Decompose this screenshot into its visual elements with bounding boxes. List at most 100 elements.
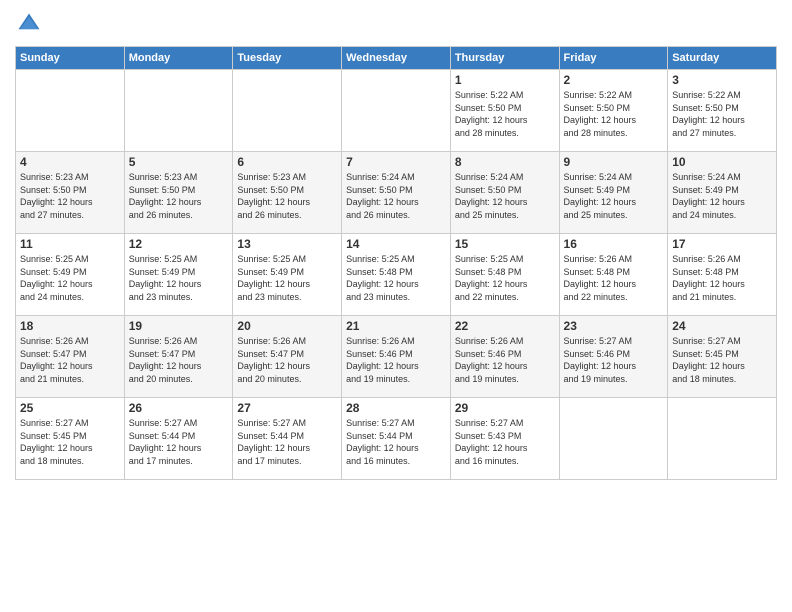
calendar-cell: 2 Sunrise: 5:22 AM Sunset: 5:50 PM Daylig…: [559, 70, 668, 152]
calendar-cell: [233, 70, 342, 152]
header: [15, 10, 777, 38]
day-info: Sunrise: 5:25 AM Sunset: 5:49 PM Dayligh…: [237, 253, 337, 303]
day-info: Sunrise: 5:25 AM Sunset: 5:48 PM Dayligh…: [455, 253, 555, 303]
weekday-header-saturday: Saturday: [668, 47, 777, 70]
weekday-header-monday: Monday: [124, 47, 233, 70]
day-number: 28: [346, 401, 446, 415]
calendar-cell: 21 Sunrise: 5:26 AM Sunset: 5:46 PM Dayli…: [342, 316, 451, 398]
calendar-cell: 9 Sunrise: 5:24 AM Sunset: 5:49 PM Daylig…: [559, 152, 668, 234]
weekday-header-sunday: Sunday: [16, 47, 125, 70]
day-number: 2: [564, 73, 664, 87]
weekday-header-tuesday: Tuesday: [233, 47, 342, 70]
day-number: 14: [346, 237, 446, 251]
calendar-cell: 7 Sunrise: 5:24 AM Sunset: 5:50 PM Daylig…: [342, 152, 451, 234]
day-info: Sunrise: 5:26 AM Sunset: 5:48 PM Dayligh…: [672, 253, 772, 303]
calendar-cell: 16 Sunrise: 5:26 AM Sunset: 5:48 PM Dayli…: [559, 234, 668, 316]
day-info: Sunrise: 5:26 AM Sunset: 5:47 PM Dayligh…: [20, 335, 120, 385]
day-number: 12: [129, 237, 229, 251]
day-number: 29: [455, 401, 555, 415]
calendar-week-5: 25Sunrise: 5:27 AM Sunset: 5:45 PM Dayli…: [16, 398, 777, 480]
day-number: 4: [20, 155, 120, 169]
day-info: Sunrise: 5:24 AM Sunset: 5:50 PM Dayligh…: [455, 171, 555, 221]
calendar-cell: 8 Sunrise: 5:24 AM Sunset: 5:50 PM Daylig…: [450, 152, 559, 234]
calendar-cell: 3 Sunrise: 5:22 AM Sunset: 5:50 PM Daylig…: [668, 70, 777, 152]
day-number: 15: [455, 237, 555, 251]
weekday-header-friday: Friday: [559, 47, 668, 70]
day-number: 7: [346, 155, 446, 169]
calendar-week-3: 11 Sunrise: 5:25 AM Sunset: 5:49 PM Dayli…: [16, 234, 777, 316]
day-number: 21: [346, 319, 446, 333]
day-number: 19: [129, 319, 229, 333]
calendar-cell: 4Sunrise: 5:23 AM Sunset: 5:50 PM Daylig…: [16, 152, 125, 234]
calendar-body: 1 Sunrise: 5:22 AM Sunset: 5:50 PM Daylig…: [16, 70, 777, 480]
calendar-cell: 29 Sunrise: 5:27 AM Sunset: 5:43 PM Dayli…: [450, 398, 559, 480]
day-info: Sunrise: 5:27 AM Sunset: 5:43 PM Dayligh…: [455, 417, 555, 467]
day-number: 5: [129, 155, 229, 169]
weekday-header-wednesday: Wednesday: [342, 47, 451, 70]
day-info: Sunrise: 5:23 AM Sunset: 5:50 PM Dayligh…: [129, 171, 229, 221]
calendar-cell: 15 Sunrise: 5:25 AM Sunset: 5:48 PM Dayli…: [450, 234, 559, 316]
day-info: Sunrise: 5:25 AM Sunset: 5:48 PM Dayligh…: [346, 253, 446, 303]
day-info: Sunrise: 5:22 AM Sunset: 5:50 PM Dayligh…: [564, 89, 664, 139]
day-number: 26: [129, 401, 229, 415]
day-info: Sunrise: 5:23 AM Sunset: 5:50 PM Dayligh…: [237, 171, 337, 221]
calendar-cell: 11 Sunrise: 5:25 AM Sunset: 5:49 PM Dayli…: [16, 234, 125, 316]
calendar-cell: 5 Sunrise: 5:23 AM Sunset: 5:50 PM Daylig…: [124, 152, 233, 234]
day-info: Sunrise: 5:27 AM Sunset: 5:44 PM Dayligh…: [237, 417, 337, 467]
day-info: Sunrise: 5:27 AM Sunset: 5:46 PM Dayligh…: [564, 335, 664, 385]
calendar-cell: 10 Sunrise: 5:24 AM Sunset: 5:49 PM Dayli…: [668, 152, 777, 234]
day-info: Sunrise: 5:24 AM Sunset: 5:49 PM Dayligh…: [672, 171, 772, 221]
day-info: Sunrise: 5:26 AM Sunset: 5:46 PM Dayligh…: [455, 335, 555, 385]
weekday-header-row: SundayMondayTuesdayWednesdayThursdayFrid…: [16, 47, 777, 70]
logo-icon: [15, 10, 43, 38]
day-number: 11: [20, 237, 120, 251]
calendar-cell: 12 Sunrise: 5:25 AM Sunset: 5:49 PM Dayli…: [124, 234, 233, 316]
day-info: Sunrise: 5:27 AM Sunset: 5:44 PM Dayligh…: [346, 417, 446, 467]
day-info: Sunrise: 5:26 AM Sunset: 5:46 PM Dayligh…: [346, 335, 446, 385]
day-number: 20: [237, 319, 337, 333]
day-number: 9: [564, 155, 664, 169]
calendar-cell: 20 Sunrise: 5:26 AM Sunset: 5:47 PM Dayli…: [233, 316, 342, 398]
calendar-cell: 27Sunrise: 5:27 AM Sunset: 5:44 PM Dayli…: [233, 398, 342, 480]
day-info: Sunrise: 5:26 AM Sunset: 5:47 PM Dayligh…: [129, 335, 229, 385]
day-info: Sunrise: 5:25 AM Sunset: 5:49 PM Dayligh…: [20, 253, 120, 303]
day-number: 23: [564, 319, 664, 333]
day-info: Sunrise: 5:22 AM Sunset: 5:50 PM Dayligh…: [672, 89, 772, 139]
day-number: 6: [237, 155, 337, 169]
calendar-cell: 22 Sunrise: 5:26 AM Sunset: 5:46 PM Dayli…: [450, 316, 559, 398]
day-number: 22: [455, 319, 555, 333]
calendar-cell: [668, 398, 777, 480]
day-info: Sunrise: 5:26 AM Sunset: 5:47 PM Dayligh…: [237, 335, 337, 385]
calendar-week-2: 4 Sunrise: 5:23 AM Sunset: 5:50 PM Daylig…: [16, 152, 777, 234]
calendar-cell: [342, 70, 451, 152]
calendar-cell: [559, 398, 668, 480]
day-number: 3: [672, 73, 772, 87]
logo: [15, 10, 47, 38]
day-info: Sunrise: 5:26 AM Sunset: 5:48 PM Dayligh…: [564, 253, 664, 303]
day-info: Sunrise: 5:24 AM Sunset: 5:49 PM Dayligh…: [564, 171, 664, 221]
day-info: Sunrise: 5:24 AM Sunset: 5:50 PM Dayligh…: [346, 171, 446, 221]
calendar-week-4: 18 Sunrise: 5:26 AM Sunset: 5:47 PM Dayli…: [16, 316, 777, 398]
calendar-cell: [124, 70, 233, 152]
day-number: 16: [564, 237, 664, 251]
page: SundayMondayTuesdayWednesdayThursdayFrid…: [0, 0, 792, 612]
calendar-cell: 25Sunrise: 5:27 AM Sunset: 5:45 PM Dayli…: [16, 398, 125, 480]
day-number: 8: [455, 155, 555, 169]
day-info: Sunrise: 5:27 AM Sunset: 5:45 PM Dayligh…: [20, 417, 120, 467]
day-number: 18: [20, 319, 120, 333]
day-number: 24: [672, 319, 772, 333]
calendar-week-1: 1 Sunrise: 5:22 AM Sunset: 5:50 PM Daylig…: [16, 70, 777, 152]
calendar-cell: 19 Sunrise: 5:26 AM Sunset: 5:47 PM Dayli…: [124, 316, 233, 398]
calendar-cell: 14 Sunrise: 5:25 AM Sunset: 5:48 PM Dayli…: [342, 234, 451, 316]
calendar-cell: 18 Sunrise: 5:26 AM Sunset: 5:47 PM Dayli…: [16, 316, 125, 398]
calendar-cell: 28 Sunrise: 5:27 AM Sunset: 5:44 PM Dayli…: [342, 398, 451, 480]
day-number: 10: [672, 155, 772, 169]
day-number: 17: [672, 237, 772, 251]
calendar-cell: 6 Sunrise: 5:23 AM Sunset: 5:50 PM Daylig…: [233, 152, 342, 234]
day-info: Sunrise: 5:27 AM Sunset: 5:45 PM Dayligh…: [672, 335, 772, 385]
calendar-cell: [16, 70, 125, 152]
day-number: 1: [455, 73, 555, 87]
calendar-cell: 24 Sunrise: 5:27 AM Sunset: 5:45 PM Dayli…: [668, 316, 777, 398]
calendar-cell: 13Sunrise: 5:25 AM Sunset: 5:49 PM Dayli…: [233, 234, 342, 316]
day-info: Sunrise: 5:25 AM Sunset: 5:49 PM Dayligh…: [129, 253, 229, 303]
